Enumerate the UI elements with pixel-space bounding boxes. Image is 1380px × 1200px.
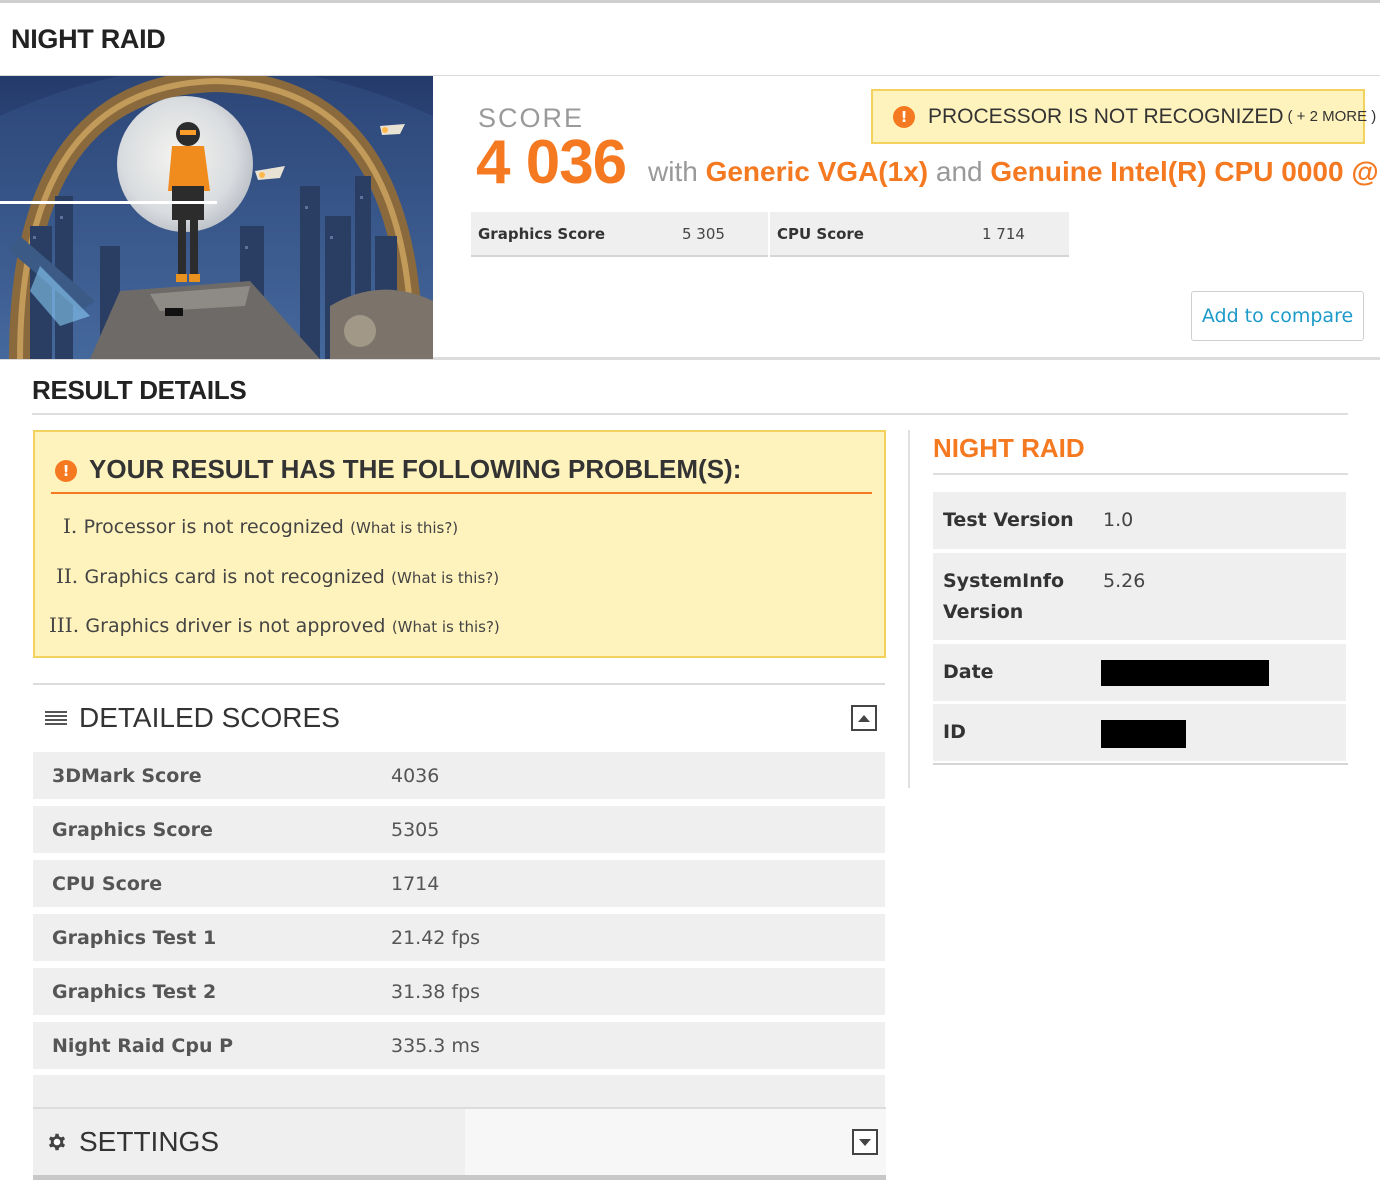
settings-header[interactable]: SETTINGS	[33, 1107, 886, 1175]
info-label: Date	[943, 661, 994, 683]
score-label: Graphics Test 2	[52, 980, 217, 1003]
info-row-systeminfo-version: SystemInfo Version 5.26	[933, 553, 1346, 640]
column-divider	[908, 430, 910, 788]
problem-number: II.	[56, 564, 79, 588]
info-label: Test Version	[943, 509, 1074, 531]
settings-header-bg-right	[465, 1109, 886, 1175]
score-value: 5305	[391, 818, 440, 841]
warning-icon: !	[893, 105, 915, 128]
collapse-button[interactable]	[851, 705, 877, 731]
score-value: 4036	[391, 764, 440, 787]
problems-title: YOUR RESULT HAS THE FOLLOWING PROBLEM(S)…	[89, 454, 742, 484]
what-is-this-link[interactable]: (What is this?)	[350, 519, 458, 537]
problem-item: I. Processor is not recognized (What is …	[63, 514, 458, 538]
overall-score: 4 036	[476, 128, 627, 197]
table-row: 3DMark Score 4036	[33, 752, 885, 799]
what-is-this-link[interactable]: (What is this?)	[391, 569, 499, 587]
processor-warning-banner[interactable]: ! PROCESSOR IS NOT RECOGNIZED ( + 2 MORE…	[871, 89, 1376, 144]
top-rule	[0, 0, 1380, 3]
warning-icon: !	[55, 460, 77, 482]
divider	[933, 473, 1348, 475]
info-row-date: Date	[933, 644, 1346, 701]
table-row: CPU Score 1714	[33, 860, 885, 907]
cpu-link[interactable]: Genuine Intel(R) CPU 0000 @	[990, 156, 1378, 187]
page-title: NIGHT RAID	[11, 24, 166, 54]
sidebar-title: NIGHT RAID	[933, 433, 1085, 463]
score-label: CPU Score	[52, 872, 163, 895]
redacted-value	[1101, 660, 1269, 686]
settings-title: SETTINGS	[79, 1126, 220, 1157]
score-label: Night Raid Cpu P	[52, 1034, 234, 1057]
subscore-value: 5 305	[682, 224, 725, 243]
with-text: with	[648, 156, 698, 187]
detailed-scores-title: DETAILED SCORES	[79, 702, 340, 733]
problem-text: Processor is not recognized	[83, 516, 344, 538]
add-to-compare-button[interactable]: Add to compare	[1191, 291, 1364, 341]
score-label: Graphics Test 1	[52, 926, 217, 949]
list-icon	[45, 711, 67, 725]
subscore-label: Graphics Score	[478, 224, 606, 243]
score-label: Graphics Score	[52, 818, 213, 841]
score-value: 31.38 fps	[391, 980, 481, 1003]
redacted-value	[1101, 720, 1186, 748]
table-row: Graphics Score 5305	[33, 806, 885, 853]
problem-number: I.	[63, 514, 78, 538]
result-details-title: RESULT DETAILS	[32, 375, 247, 405]
gear-icon	[48, 1133, 66, 1151]
subscore-label: CPU Score	[777, 224, 864, 243]
info-row-test-version: Test Version 1.0	[933, 492, 1346, 549]
warning-text: PROCESSOR IS NOT RECOGNIZED	[928, 104, 1284, 128]
table-spacer	[33, 1075, 885, 1107]
system-summary: with Generic VGA(1x) and Genuine Intel(R…	[648, 156, 1379, 188]
table-row: Graphics Test 2 31.38 fps	[33, 968, 885, 1015]
graphics-subscore: Graphics Score 5 305	[471, 212, 768, 257]
table-row: Graphics Test 1 21.42 fps	[33, 914, 885, 961]
problem-text: Graphics card is not recognized	[84, 566, 385, 588]
table-row: Night Raid Cpu P 335.3 ms	[33, 1022, 885, 1069]
problem-text: Graphics driver is not approved	[85, 615, 386, 637]
info-row-id: ID	[933, 704, 1346, 761]
info-label: SystemInfo Version	[943, 570, 1065, 623]
and-text: and	[935, 156, 983, 187]
problem-item: III. Graphics driver is not approved (Wh…	[49, 613, 500, 637]
gpu-link[interactable]: Generic VGA(1x)	[706, 156, 929, 187]
chevron-down-icon	[859, 1138, 871, 1146]
divider	[32, 413, 1348, 415]
what-is-this-link[interactable]: (What is this?)	[392, 618, 500, 636]
warning-more[interactable]: ( + 2 MORE )	[1288, 108, 1377, 125]
night-raid-artwork	[0, 76, 433, 359]
problems-box: ! YOUR RESULT HAS THE FOLLOWING PROBLEM(…	[33, 430, 886, 658]
cpu-subscore: CPU Score 1 714	[770, 212, 1069, 257]
info-value: 5.26	[1103, 570, 1146, 592]
problem-item: II. Graphics card is not recognized (Wha…	[56, 564, 499, 588]
info-label: ID	[943, 721, 966, 743]
score-value: 1714	[391, 872, 440, 895]
expand-button[interactable]	[852, 1129, 878, 1155]
divider	[33, 683, 885, 685]
divider	[33, 1175, 886, 1180]
subscore-value: 1 714	[982, 224, 1025, 243]
chevron-up-icon	[858, 714, 870, 722]
detailed-scores-header[interactable]: DETAILED SCORES	[33, 686, 885, 750]
score-value: 335.3 ms	[391, 1034, 480, 1057]
score-label: 3DMark Score	[52, 764, 202, 787]
result-hero: SCORE 4 036 with Generic VGA(1x) and Gen…	[0, 75, 1380, 360]
problem-number: III.	[49, 613, 80, 637]
problems-header: ! YOUR RESULT HAS THE FOLLOWING PROBLEM(…	[51, 454, 872, 494]
score-value: 21.42 fps	[391, 926, 481, 949]
info-value: 1.0	[1103, 509, 1134, 531]
divider	[933, 763, 1348, 765]
